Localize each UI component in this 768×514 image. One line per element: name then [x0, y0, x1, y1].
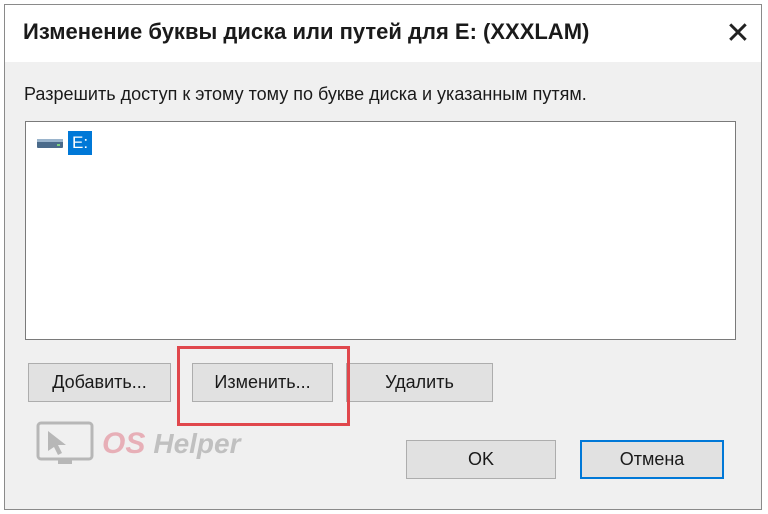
- change-button[interactable]: Изменить...: [192, 363, 333, 402]
- title-bar: Изменение буквы диска или путей для E: (…: [5, 5, 761, 62]
- watermark-logo: OS Helper: [36, 420, 241, 468]
- list-item-label: E:: [68, 131, 93, 155]
- cancel-button[interactable]: Отмена: [580, 440, 724, 479]
- description-label: Разрешить доступ к этому тому по букве д…: [24, 84, 587, 104]
- paths-listbox[interactable]: E:: [25, 121, 736, 340]
- ok-button[interactable]: OK: [406, 440, 556, 479]
- watermark-helper-text: Helper: [153, 428, 241, 459]
- drive-icon: [37, 139, 63, 148]
- window-title: Изменение буквы диска или путей для E: (…: [23, 19, 590, 44]
- close-icon[interactable]: ✕: [715, 5, 761, 62]
- add-button[interactable]: Добавить...: [28, 363, 171, 402]
- watermark-os-text: OS: [102, 427, 146, 460]
- delete-button[interactable]: Удалить: [346, 363, 493, 402]
- monitor-cursor-icon: [36, 421, 94, 464]
- list-item[interactable]: E:: [36, 131, 93, 155]
